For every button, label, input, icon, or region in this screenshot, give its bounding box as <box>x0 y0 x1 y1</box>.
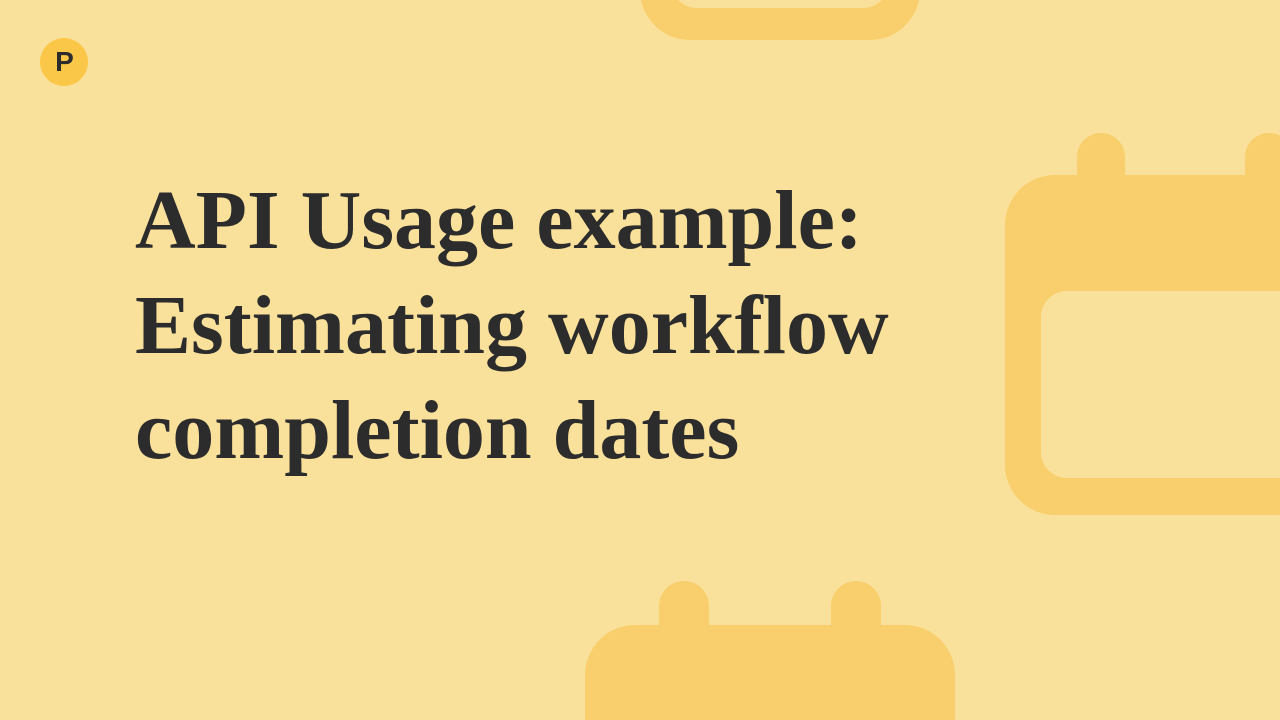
logo: P <box>40 38 88 86</box>
logo-letter: P <box>55 46 73 78</box>
calendar-icon <box>585 625 955 720</box>
calendar-icon <box>640 0 920 40</box>
page-title: API Usage example: Estimating workflow c… <box>135 168 1155 483</box>
